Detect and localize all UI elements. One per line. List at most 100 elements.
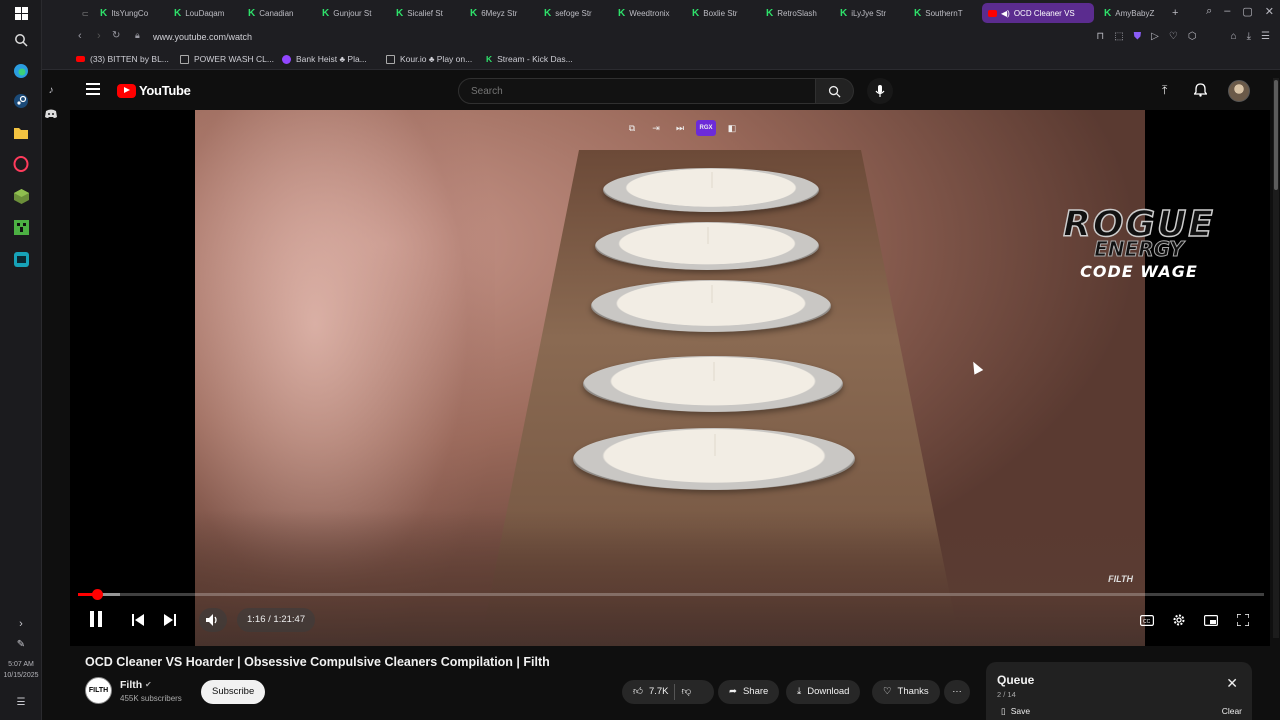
menu-icon[interactable] xyxy=(86,83,100,95)
minimize-icon[interactable]: – xyxy=(1224,5,1230,18)
folder-icon[interactable] xyxy=(11,123,31,143)
dislike-button[interactable]: 👎︎ xyxy=(681,680,691,704)
more-actions-button[interactable]: ··· xyxy=(944,680,970,704)
voice-search-button[interactable] xyxy=(867,78,893,104)
windows-icon[interactable] xyxy=(11,3,31,23)
tab-2[interactable]: K Canadian xyxy=(242,3,308,23)
tab-3[interactable]: K Gunjour St xyxy=(316,3,382,23)
next-button[interactable] xyxy=(164,614,176,629)
share-button[interactable]: ➦ Share xyxy=(718,680,780,704)
skip-icon[interactable]: ⏭ xyxy=(672,120,688,136)
popout-icon[interactable]: ⧉ xyxy=(624,120,640,136)
maximize-icon[interactable]: ▢ xyxy=(1242,5,1252,18)
like-button[interactable]: 👍︎ 7.7K xyxy=(633,680,668,704)
bookmark-3[interactable]: Kour.io ♣ Play on... xyxy=(386,54,472,64)
exit-icon[interactable]: ⇥ xyxy=(648,120,664,136)
creeper-icon[interactable] xyxy=(11,217,31,237)
subscribe-button[interactable]: Subscribe xyxy=(201,680,266,704)
sidebar-toggle-icon[interactable]: ◧ xyxy=(724,120,740,136)
search-tabs-icon[interactable]: ⌕ xyxy=(1206,5,1212,18)
channel-name[interactable]: Filth xyxy=(120,679,142,691)
bookmark-4[interactable]: K Stream - Kick Das... xyxy=(486,54,573,64)
player-icon[interactable]: ▷ xyxy=(1151,31,1159,42)
new-tab-button[interactable]: + xyxy=(1166,3,1180,23)
thumbs-up-icon: 👍︎ xyxy=(633,686,643,697)
tab-7[interactable]: K Weedtronix xyxy=(612,3,678,23)
upload-icon[interactable]: ⤒ xyxy=(1162,83,1167,98)
tab-1[interactable]: K LouDaqam xyxy=(168,3,234,23)
url-field[interactable]: www.youtube.com/watch xyxy=(153,32,252,42)
page-scrollbar[interactable] xyxy=(1273,78,1279,638)
time-display: 1:16 / 1:21:47 xyxy=(237,608,316,632)
tab-9[interactable]: K RetroSlash xyxy=(760,3,826,23)
previous-button[interactable] xyxy=(132,614,144,629)
tealight-candle xyxy=(591,280,831,332)
extensions-icon[interactable]: ⬡ xyxy=(1188,31,1197,42)
kick-icon: K xyxy=(692,7,700,19)
search-button[interactable] xyxy=(816,78,854,104)
tab-8[interactable]: K Boxlie Str xyxy=(686,3,752,23)
close-window-icon[interactable]: ✕ xyxy=(1265,5,1274,18)
opera-gx-icon[interactable] xyxy=(11,154,31,174)
download-arrow-icon: ⤓ xyxy=(797,686,802,697)
volume-button[interactable] xyxy=(206,614,220,629)
youtube-logo[interactable]: YouTube xyxy=(117,83,191,98)
speaker-icon[interactable]: ◀) xyxy=(1001,9,1010,18)
steam-icon[interactable] xyxy=(11,91,31,111)
queue-clear-button[interactable]: Clear xyxy=(1222,706,1242,716)
scrollbar-thumb[interactable] xyxy=(1274,80,1278,190)
back-icon[interactable]: ‹ xyxy=(78,30,82,42)
search-box xyxy=(458,78,816,104)
tab-active-youtube[interactable]: ◀) OCD Cleaner VS xyxy=(982,3,1094,23)
discord-icon[interactable] xyxy=(44,104,58,124)
settings-button[interactable] xyxy=(1172,613,1186,630)
miniplayer-button[interactable] xyxy=(1204,614,1219,629)
kick-icon: K xyxy=(322,7,330,19)
tab-11[interactable]: K SouthernT xyxy=(908,3,974,23)
close-icon[interactable]: ✕ xyxy=(1226,675,1238,692)
tab-0[interactable]: K ItsYungCo xyxy=(94,3,160,23)
notifications-bell-icon[interactable] xyxy=(1193,83,1208,100)
edge-icon[interactable] xyxy=(11,61,31,81)
pause-icon xyxy=(90,611,102,627)
queue-save-button[interactable]: ▯ Save xyxy=(1001,706,1030,717)
minecraft-icon[interactable] xyxy=(11,186,31,206)
video-player[interactable]: FILTH xyxy=(70,110,1270,646)
wallet-icon[interactable]: ⌂ xyxy=(1231,31,1237,42)
vpn-shield-icon[interactable]: ⛊ xyxy=(1134,31,1142,42)
search-input[interactable] xyxy=(459,79,815,103)
tab-13[interactable]: K AmyBabyZ xyxy=(1098,3,1168,23)
chevron-right-icon[interactable]: › xyxy=(11,614,31,634)
heart-icon[interactable]: ♡ xyxy=(1169,31,1178,42)
bookmark-2[interactable]: Bank Heist ♣ Pla... xyxy=(282,54,367,64)
tab-overview-icon[interactable]: ▭ xyxy=(76,3,88,23)
tab-5[interactable]: K 6Meyz Str xyxy=(464,3,530,23)
tab-10[interactable]: KiLyJye Str xyxy=(834,3,900,23)
search-icon[interactable] xyxy=(11,30,31,50)
captions-button[interactable]: CC xyxy=(1140,614,1155,629)
rgx-badge[interactable]: RGX xyxy=(696,120,716,136)
tab-4[interactable]: K Sicalief St xyxy=(390,3,456,23)
bookmark-0[interactable]: (33) BITTEN by BL... xyxy=(76,54,169,64)
forward-icon[interactable]: › xyxy=(97,30,101,42)
bookmark-icon[interactable]: ⊓ xyxy=(1096,31,1104,42)
terminal-icon[interactable] xyxy=(11,249,31,269)
thanks-button[interactable]: ♡ Thanks xyxy=(872,680,940,704)
download-icon[interactable]: ⤓ xyxy=(1247,31,1251,42)
progress-bar[interactable] xyxy=(78,589,1264,600)
easy-setup-icon[interactable]: ☰ xyxy=(1261,31,1270,42)
notifications-icon[interactable]: ☰ xyxy=(11,692,31,712)
channel-avatar[interactable]: FILTH xyxy=(85,677,112,704)
reload-icon[interactable]: ↻ xyxy=(112,30,120,41)
account-avatar[interactable] xyxy=(1228,80,1250,102)
tiktok-icon[interactable]: ♪ xyxy=(44,80,58,100)
download-button[interactable]: ⤓ Download xyxy=(786,680,861,704)
pen-icon[interactable]: ✎ xyxy=(11,634,31,654)
tab-6[interactable]: Ksefoge Str xyxy=(538,3,604,23)
gear-icon xyxy=(1173,614,1185,626)
snapshot-icon[interactable]: ⬚ xyxy=(1114,31,1123,42)
progress-scrubber[interactable] xyxy=(91,589,103,600)
bookmark-1[interactable]: POWER WASH CL... xyxy=(180,54,274,64)
pause-button[interactable] xyxy=(89,611,103,630)
fullscreen-button[interactable] xyxy=(1236,613,1250,629)
